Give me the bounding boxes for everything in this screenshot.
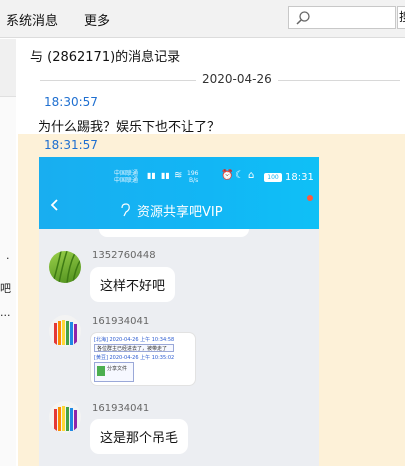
wifi-icon: ≋ <box>174 170 183 181</box>
image-line: 分享文件 <box>107 366 128 372</box>
bell-icon: ⌂ <box>248 170 255 181</box>
chat-bubble: 这样不好吧 <box>90 267 176 302</box>
menu-bar: 系统消息 更多 搜 <box>0 0 405 38</box>
battery-icon: 100 <box>264 173 282 182</box>
menu-system-messages[interactable]: 系统消息 <box>6 10 58 29</box>
left-panel-text-3: ... <box>0 306 11 319</box>
sender-id: 161934041 <box>92 316 150 327</box>
left-panel-text-2: 吧 <box>0 282 11 295</box>
record-title: 与 (2862171)的消息记录 <box>30 50 181 65</box>
message-timestamp: 18:30:57 <box>44 95 98 109</box>
net-speed-unit: B/s <box>189 177 199 184</box>
message-history-window: 系统消息 更多 搜 · 吧 ... 与 (2862171)的消息记录 2020-… <box>0 0 405 466</box>
carrier-label-bottom: 中国联通 <box>114 177 139 184</box>
left-panel-header-edge <box>0 39 16 97</box>
image-file-box: 分享文件 <box>94 362 134 382</box>
alarm-icon: ⏰ <box>221 170 234 181</box>
image-line: [北海] 2020-04-26 上午 10:34:58 <box>94 337 175 343</box>
menu-more[interactable]: 更多 <box>84 10 110 29</box>
date-label: 2020-04-26 <box>196 72 278 86</box>
embedded-screenshot[interactable]: 中国联通 中国联通 ▮▮ ▮▮ ≋ 196 B/s ⏰ ☾ ⌂ 100 18:3… <box>39 157 319 466</box>
image-line: 各位群主已经进去了，被带走了 <box>97 346 168 352</box>
phone-header: 中国联通 中国联通 ▮▮ ▮▮ ≋ 196 B/s ⏰ ☾ ⌂ 100 18:3… <box>39 157 319 229</box>
back-arrow-icon <box>50 199 58 211</box>
image-quote-box: 各位群主已经进去了，被带走了 <box>94 344 174 352</box>
avatar <box>49 251 81 283</box>
message-timestamp: 18:31:57 <box>44 138 98 152</box>
sender-id: 1352760448 <box>92 250 156 261</box>
avatar <box>49 315 81 347</box>
phone-time: 18:31 <box>285 172 314 183</box>
message-text[interactable]: 为什么踢我？娱乐下也不让了？ <box>38 116 220 135</box>
avatar <box>49 401 81 433</box>
notification-dot <box>307 195 313 201</box>
signal-icon: ▮▮ <box>161 171 170 180</box>
image-line: [黄豆] 2020-04-26 上午 10:35:02 <box>94 355 175 361</box>
carrier-label-top: 中国联通 <box>114 170 139 177</box>
moon-icon: ☾ <box>235 170 244 181</box>
chat-bubble: 这是那个吊毛 <box>90 419 189 454</box>
file-icon <box>97 366 105 376</box>
search-input[interactable] <box>288 6 396 29</box>
sender-id: 161934041 <box>92 403 150 414</box>
ear-icon <box>121 203 130 217</box>
left-panel-text-1: · <box>6 252 10 265</box>
image-bubble[interactable]: [北海] 2020-04-26 上午 10:34:58 各位群主已经进去了，被带… <box>90 332 196 386</box>
chat-title: 资源共享吧VIP <box>137 205 223 220</box>
signal-icon: ▮▮ <box>147 171 156 180</box>
net-speed-value: 196 <box>187 170 199 177</box>
search-icon <box>296 11 310 25</box>
search-button[interactable]: 搜 <box>397 6 405 29</box>
phone-status-bar: 中国联通 中国联通 ▮▮ ▮▮ ≋ 196 B/s ⏰ ☾ ⌂ 100 18:3… <box>39 169 319 185</box>
previous-bubble-edge <box>99 229 249 237</box>
